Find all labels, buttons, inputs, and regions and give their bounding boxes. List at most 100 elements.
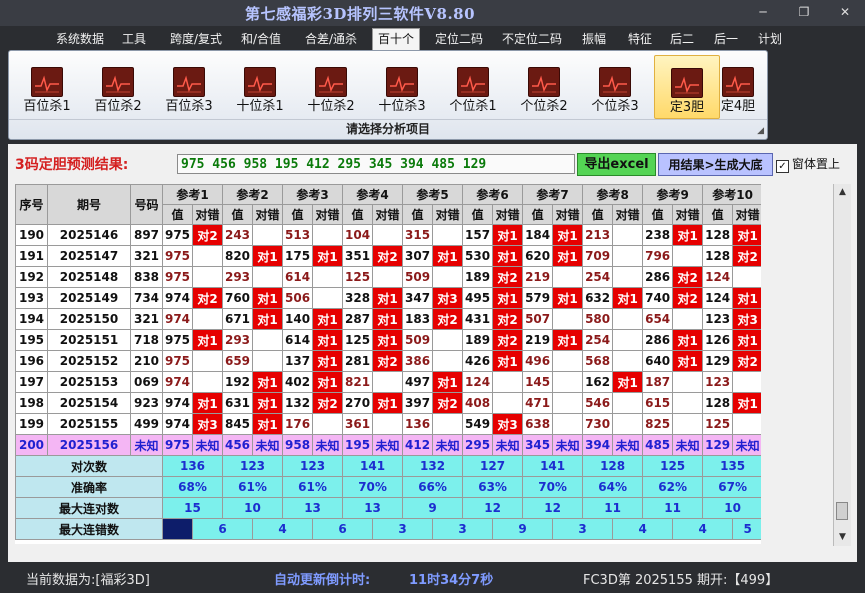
row-value[interactable]: 270 [342, 392, 374, 414]
row-value[interactable]: 140 [282, 308, 314, 330]
header-ref[interactable]: 参考10 [702, 184, 761, 205]
stats-value[interactable]: 4 [672, 518, 734, 540]
row-period[interactable]: 2025149 [47, 287, 131, 309]
row-check[interactable] [552, 392, 584, 414]
row-value[interactable]: 175 [282, 245, 314, 267]
row-value[interactable]: 213 [582, 224, 614, 246]
stats-value[interactable]: 5 [732, 518, 761, 540]
row-value[interactable]: 136 [402, 413, 434, 435]
row-value[interactable]: 740 [642, 287, 674, 309]
header-value[interactable]: 值 [342, 204, 374, 225]
minimize-button[interactable]: ─ [752, 4, 774, 20]
stats-value[interactable]: 132 [402, 455, 464, 477]
row-seq[interactable]: 194 [15, 308, 48, 330]
row-check[interactable]: 对2 [492, 308, 524, 330]
close-button[interactable]: ✕ [834, 4, 856, 20]
forecast-check[interactable]: 未知 [732, 434, 761, 456]
row-check[interactable] [372, 224, 404, 246]
header-value[interactable]: 值 [282, 204, 314, 225]
ribbon-expand-icon[interactable]: ◢ [757, 126, 764, 136]
stats-value[interactable]: 11 [642, 497, 704, 519]
stats-value[interactable]: 10 [702, 497, 761, 519]
row-value[interactable]: 187 [642, 371, 674, 393]
forecast-check[interactable]: 未知 [552, 434, 584, 456]
row-value[interactable]: 183 [402, 308, 434, 330]
header-value[interactable]: 值 [462, 204, 494, 225]
ribbon-button[interactable]: 个位杀2 [512, 55, 576, 117]
header-value[interactable]: 值 [522, 204, 554, 225]
forecast-value[interactable]: 412 [402, 434, 434, 456]
row-value[interactable]: 254 [582, 329, 614, 351]
table-row[interactable]: 194 2025150 321 974 671 对1 140 对1 287 对1 183 对2 431 对… [15, 308, 761, 330]
row-check[interactable] [612, 392, 644, 414]
row-check[interactable] [191, 266, 224, 288]
row-check[interactable]: 对1 [312, 329, 344, 351]
row-check[interactable]: 对1 [191, 329, 224, 351]
row-check[interactable]: 对1 [372, 329, 404, 351]
row-value[interactable]: 219 [522, 266, 554, 288]
stats-value[interactable]: 70% [342, 476, 404, 498]
row-check[interactable]: 对2 [432, 392, 464, 414]
header-ref[interactable]: 参考5 [402, 184, 464, 205]
ribbon-button[interactable]: 个位杀3 [583, 55, 647, 117]
stats-value[interactable]: 4 [612, 518, 674, 540]
scroll-down-icon[interactable]: ▼ [834, 529, 851, 545]
row-seq[interactable]: 195 [15, 329, 48, 351]
stats-value[interactable]: 4 [252, 518, 314, 540]
menu-item[interactable]: 不定位二码 [496, 29, 568, 49]
ribbon-button[interactable]: 十位杀2 [299, 55, 363, 117]
row-value[interactable]: 974 [162, 413, 193, 435]
header-check[interactable]: 对错 [252, 204, 284, 225]
row-number[interactable]: 734 [130, 287, 163, 309]
row-value[interactable]: 426 [462, 350, 494, 372]
ribbon-button[interactable]: 十位杀1 [228, 55, 292, 117]
row-check[interactable]: 对1 [432, 371, 464, 393]
row-check[interactable] [672, 392, 704, 414]
row-value[interactable]: 124 [702, 287, 734, 309]
stats-value[interactable]: 9 [492, 518, 554, 540]
ribbon-button[interactable]: 百位杀2 [86, 55, 150, 117]
menu-item[interactable]: 特征 [620, 29, 660, 49]
stats-label[interactable]: 对次数 [15, 455, 163, 477]
header-check[interactable]: 对错 [492, 204, 524, 225]
header-ref[interactable]: 参考8 [582, 184, 644, 205]
header-value[interactable]: 值 [222, 204, 254, 225]
row-value[interactable]: 709 [582, 245, 614, 267]
row-value[interactable]: 671 [222, 308, 254, 330]
row-check[interactable] [252, 350, 284, 372]
row-check[interactable]: 对1 [252, 287, 284, 309]
stats-value[interactable]: 11 [582, 497, 644, 519]
header-period[interactable]: 期号 [47, 184, 131, 225]
row-seq[interactable]: 198 [15, 392, 48, 414]
stats-value[interactable]: 128 [582, 455, 644, 477]
header-check[interactable]: 对错 [372, 204, 404, 225]
row-value[interactable]: 975 [162, 329, 193, 351]
row-check[interactable]: 对1 [612, 371, 644, 393]
row-check[interactable]: 对1 [732, 224, 761, 246]
ribbon-button[interactable]: 定3胆 [654, 55, 720, 119]
stats-value[interactable]: 9 [402, 497, 464, 519]
row-value[interactable]: 129 [702, 350, 734, 372]
row-check[interactable]: 对2 [672, 266, 704, 288]
row-value[interactable]: 361 [342, 413, 374, 435]
row-check[interactable] [312, 266, 344, 288]
stats-value[interactable]: 61% [222, 476, 284, 498]
stats-value[interactable]: 3 [372, 518, 434, 540]
row-value[interactable]: 974 [162, 308, 193, 330]
row-value[interactable]: 243 [222, 224, 254, 246]
stats-value[interactable]: 13 [342, 497, 404, 519]
row-check[interactable] [552, 266, 584, 288]
row-value[interactable]: 820 [222, 245, 254, 267]
menu-item[interactable]: 合差/通杀 [296, 29, 366, 49]
row-check[interactable]: 对1 [252, 413, 284, 435]
stats-value[interactable]: 12 [462, 497, 524, 519]
row-check[interactable] [732, 266, 761, 288]
row-value[interactable]: 638 [522, 413, 554, 435]
restore-button[interactable]: ❐ [793, 4, 815, 20]
row-value[interactable]: 286 [642, 266, 674, 288]
row-value[interactable]: 137 [282, 350, 314, 372]
row-check[interactable]: 对1 [191, 392, 224, 414]
row-value[interactable]: 431 [462, 308, 494, 330]
row-check[interactable] [432, 413, 464, 435]
stats-value[interactable]: 135 [702, 455, 761, 477]
